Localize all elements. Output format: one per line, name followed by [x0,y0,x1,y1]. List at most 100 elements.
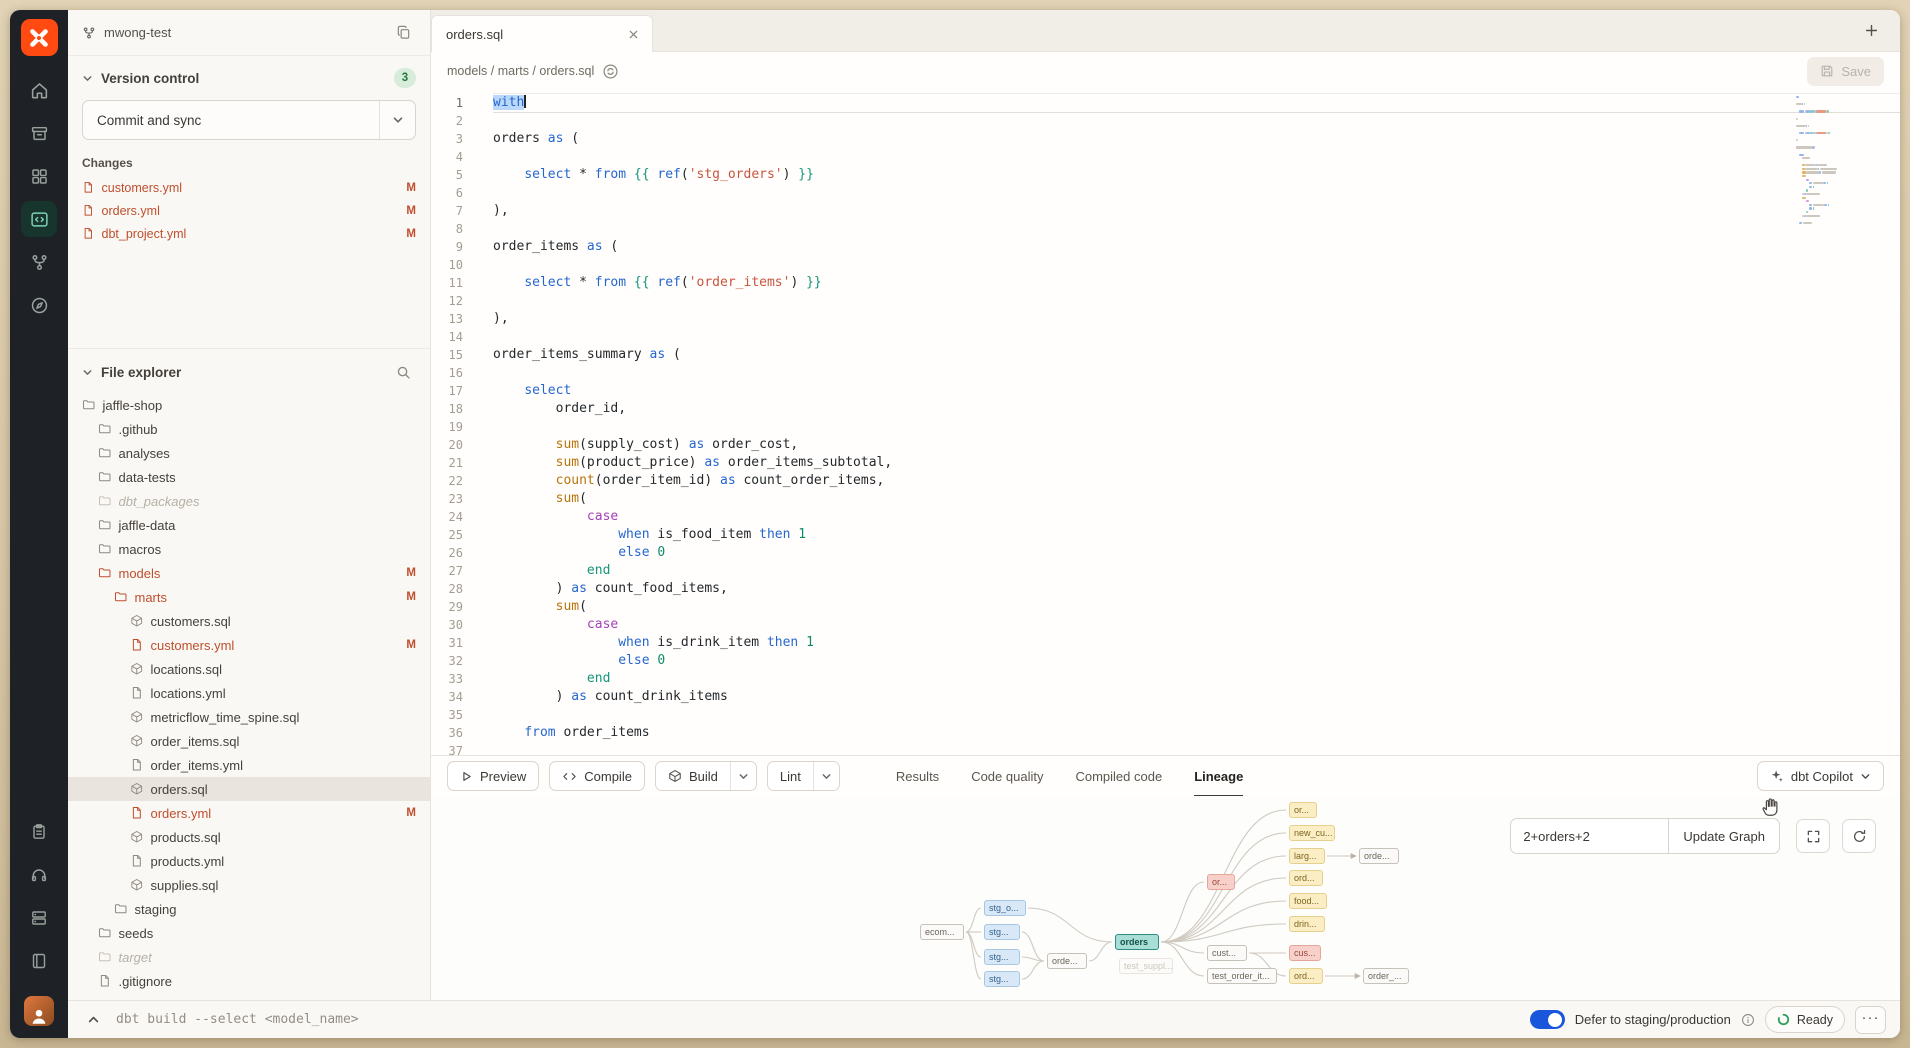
fullscreen-icon[interactable] [1796,819,1830,853]
tab-code-quality[interactable]: Code quality [971,756,1043,796]
lineage-node-food[interactable]: food... [1289,893,1327,909]
tree-item-locations.yml[interactable]: locations.yml [68,681,430,705]
tab-results[interactable]: Results [896,756,939,796]
tree-item-products.sql[interactable]: products.sql [68,825,430,849]
dbt-logo-icon[interactable] [21,19,58,56]
git-fork-icon[interactable] [21,244,57,280]
version-control-header[interactable]: Version control 3 [82,68,416,88]
code-line[interactable]: else 0 [493,652,1900,670]
tree-item-customers.sql[interactable]: customers.sql [68,609,430,633]
lineage-node-newcu[interactable]: new_cu... [1289,825,1335,841]
lineage-node-testorder[interactable]: test_order_it... [1207,968,1277,984]
code-line[interactable]: orders as ( [493,130,1900,148]
user-avatar[interactable] [24,996,54,1026]
code-line[interactable] [493,148,1900,166]
home-icon[interactable] [21,72,57,108]
lint-options-button[interactable] [813,762,839,790]
code-line[interactable]: sum( [493,490,1900,508]
code-line[interactable]: else 0 [493,544,1900,562]
code-line[interactable] [493,292,1900,310]
tree-item-analyses[interactable]: analyses [68,441,430,465]
commit-and-sync-button[interactable]: Commit and sync [82,100,416,140]
tree-item-.github[interactable]: .github [68,417,430,441]
code-line[interactable]: select * from {{ ref('stg_orders') }} [493,166,1900,184]
code-line[interactable]: sum(supply_cost) as order_cost, [493,436,1900,454]
lineage-selector-input[interactable] [1510,818,1668,854]
lineage-node-cust[interactable]: cust... [1207,945,1247,961]
tree-item-locations.sql[interactable]: locations.sql [68,657,430,681]
new-tab-button[interactable] [1858,17,1884,43]
more-options-button[interactable]: ··· [1855,1006,1886,1034]
lint-button[interactable]: Lint [768,762,813,790]
update-graph-button[interactable]: Update Graph [1668,818,1780,854]
code-line[interactable] [493,256,1900,274]
apps-icon[interactable] [21,158,57,194]
lineage-node-stg2[interactable]: stg... [984,924,1020,940]
tree-item-staging[interactable]: staging [68,897,430,921]
tab-lineage[interactable]: Lineage [1194,756,1243,796]
build-options-button[interactable] [730,762,756,790]
lineage-node-stg1[interactable]: stg_o... [984,900,1026,916]
build-button[interactable]: Build [656,762,730,790]
code-line[interactable]: select [493,382,1900,400]
code-line[interactable]: with [493,94,1900,112]
code-editor-icon[interactable] [21,201,57,237]
docs-icon[interactable] [21,943,57,979]
code-line[interactable] [493,112,1900,130]
code-line[interactable]: ) as count_drink_items [493,688,1900,706]
lineage-node-ord2[interactable]: ord... [1289,968,1323,984]
code-line[interactable]: ), [493,202,1900,220]
lineage-node-ord1[interactable]: ord... [1289,870,1323,886]
code-line[interactable]: when is_food_item then 1 [493,526,1900,544]
branch-name[interactable]: mwong-test [104,25,171,40]
search-icon[interactable] [390,359,416,385]
code-line[interactable]: case [493,616,1900,634]
tree-item-customers.yml[interactable]: customers.ymlM [68,633,430,657]
code-line[interactable]: select * from {{ ref('order_items') }} [493,274,1900,292]
tree-item-supplies.sql[interactable]: supplies.sql [68,873,430,897]
command-input[interactable]: dbt build --select <model_name> [116,1012,359,1027]
tree-item-jaffle-shop[interactable]: jaffle-shop [68,393,430,417]
dbt-copilot-button[interactable]: dbt Copilot [1757,761,1884,791]
storage-icon[interactable] [21,115,57,151]
lineage-node-testsup[interactable]: test_suppl... [1119,958,1173,974]
commit-options-chevron-icon[interactable] [379,101,415,139]
tree-item-marts[interactable]: martsM [68,585,430,609]
tree-item-jaffle-data[interactable]: jaffle-data [68,513,430,537]
chevron-up-icon[interactable] [82,1009,104,1031]
code-line[interactable] [493,706,1900,724]
tree-item-target[interactable]: target [68,945,430,969]
code-line[interactable]: sum(product_price) as order_items_subtot… [493,454,1900,472]
ready-status-badge[interactable]: Ready [1765,1006,1845,1033]
lineage-node-stg4[interactable]: stg... [984,971,1020,987]
compile-button[interactable]: Compile [549,761,645,791]
code-line[interactable]: case [493,508,1900,526]
database-icon[interactable] [21,900,57,936]
code-line[interactable]: end [493,670,1900,688]
tree-item-products.yml[interactable]: products.yml [68,849,430,873]
tree-item-models[interactable]: modelsM [68,561,430,585]
changed-file-dbt_project.yml[interactable]: dbt_project.ymlM [82,222,416,245]
tree-item-metricflow_time_spine.sql[interactable]: metricflow_time_spine.sql [68,705,430,729]
lineage-panel[interactable]: ecom...stg_o...stg...stg...stg...orde...… [431,796,1900,1000]
code-line[interactable]: order_items_summary as ( [493,346,1900,364]
tree-item-orders.yml[interactable]: orders.ymlM [68,801,430,825]
lineage-node-stg3[interactable]: stg... [984,949,1020,965]
code-line[interactable] [493,220,1900,238]
changed-file-customers.yml[interactable]: customers.ymlM [82,176,416,199]
tree-item-order_items.sql[interactable]: order_items.sql [68,729,430,753]
lineage-node-orpink[interactable]: or... [1207,874,1235,890]
lineage-node-larg[interactable]: larg... [1289,848,1325,864]
lineage-node-orditems[interactable]: orde... [1047,953,1087,969]
code-line[interactable] [493,184,1900,202]
code-line[interactable] [493,742,1900,755]
lineage-node-orderright[interactable]: order_... [1363,968,1409,984]
code-line[interactable] [493,418,1900,436]
lineage-node-cuspink[interactable]: cus... [1289,945,1321,961]
preview-button[interactable]: Preview [447,761,539,791]
tasks-icon[interactable] [21,814,57,850]
refresh-icon[interactable] [1842,819,1876,853]
save-button[interactable]: Save [1807,57,1884,86]
code-line[interactable]: when is_drink_item then 1 [493,634,1900,652]
info-icon[interactable] [1741,1013,1755,1027]
